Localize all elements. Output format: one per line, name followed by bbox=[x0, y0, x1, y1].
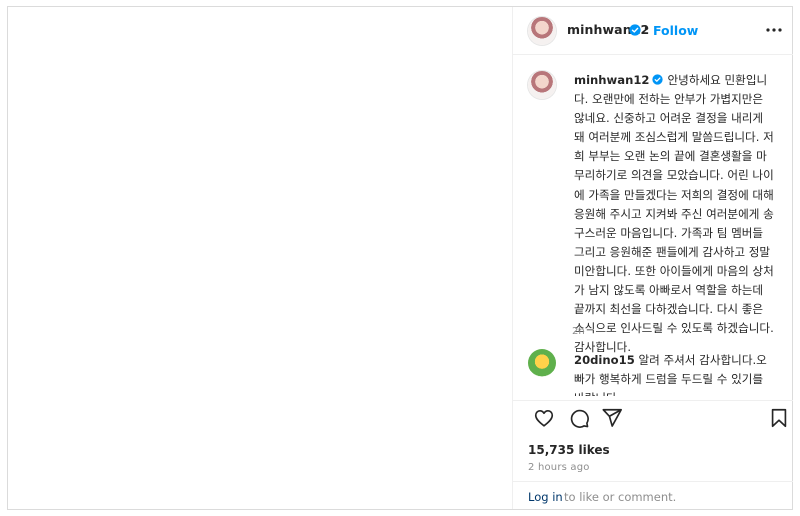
post-dialog: minhwan12 • Follow minhwan12 안녕하세요 민환입니다.… bbox=[7, 6, 793, 510]
caption-timestamp: 2h bbox=[572, 326, 585, 337]
caption-username[interactable]: minhwan12 bbox=[574, 73, 649, 87]
post-caption: minhwan12 안녕하세요 민환입니다. 오랜만에 전하는 안부가 가볍지만은… bbox=[574, 71, 774, 357]
bookmark-icon[interactable] bbox=[768, 407, 790, 429]
comment-username[interactable]: 20dino15 bbox=[574, 353, 635, 367]
more-options-icon[interactable] bbox=[764, 20, 784, 40]
post-side-panel: minhwan12 • Follow minhwan12 안녕하세요 민환입니다.… bbox=[512, 7, 793, 509]
comment-avatar[interactable] bbox=[528, 349, 556, 377]
comment-item: 20dino15 알려 주셔서 감사합니다.오빠가 행복하게 드럼을 두드릴 수… bbox=[574, 351, 774, 396]
comment-icon[interactable] bbox=[568, 407, 590, 429]
author-avatar[interactable] bbox=[528, 17, 556, 45]
caption-verified-badge-icon bbox=[652, 74, 664, 85]
post-actions-bar bbox=[513, 407, 793, 433]
follow-button[interactable]: Follow bbox=[653, 23, 698, 38]
post-media-area[interactable] bbox=[8, 7, 512, 509]
login-prompt-text: to like or comment. bbox=[564, 490, 677, 504]
actions-divider bbox=[513, 400, 793, 401]
post-timestamp[interactable]: 2 hours ago bbox=[528, 462, 590, 473]
heart-icon[interactable] bbox=[533, 407, 555, 429]
header-separator: • bbox=[643, 22, 651, 36]
verified-badge-icon bbox=[629, 24, 641, 36]
caption-text: 안녕하세요 민환입니다. 오랜만에 전하는 안부가 가볍지만은 않네요. 신중하… bbox=[574, 73, 774, 355]
caption-author-avatar[interactable] bbox=[528, 71, 556, 99]
post-header: minhwan12 • Follow bbox=[513, 7, 793, 55]
login-footer: Log in to like or comment. bbox=[513, 481, 793, 509]
likes-count[interactable]: 15,735 likes bbox=[528, 443, 610, 457]
share-icon[interactable] bbox=[601, 407, 623, 429]
login-link[interactable]: Log in bbox=[528, 490, 563, 504]
